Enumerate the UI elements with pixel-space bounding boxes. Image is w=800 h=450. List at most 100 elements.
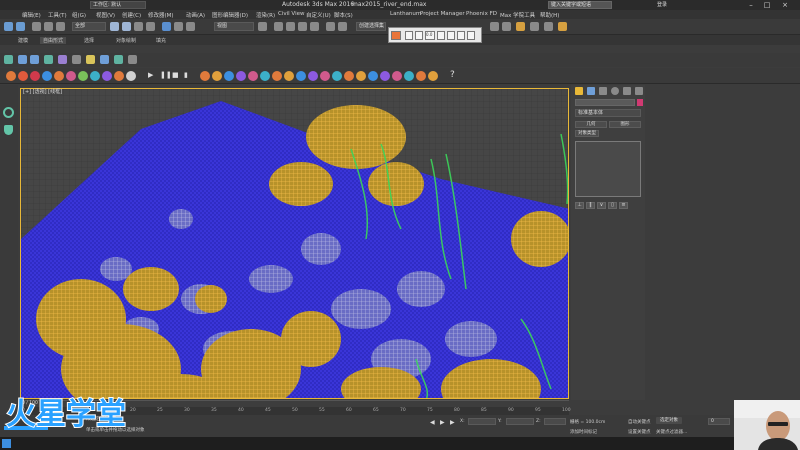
modify-tab-icon[interactable] [587, 87, 595, 95]
helper-icon[interactable] [114, 55, 123, 64]
menu-item-13[interactable]: Project Manager [420, 11, 465, 17]
phoenix-tool-icon[interactable] [380, 71, 390, 81]
pin-stack-icon[interactable]: ⊥ [575, 202, 584, 209]
phoenix-tool-icon[interactable] [320, 71, 330, 81]
paint-icon[interactable] [405, 31, 413, 40]
play-sim-icon[interactable]: ▶ [148, 71, 153, 79]
pivot-icon[interactable] [258, 22, 267, 31]
unlink-icon[interactable] [44, 22, 53, 31]
eraser-icon[interactable] [447, 31, 455, 40]
menu-item-8[interactable]: 渲染(R) [256, 11, 275, 19]
sphere-icon[interactable] [58, 55, 67, 64]
phoenix-tool-icon[interactable] [212, 71, 222, 81]
edit-icon[interactable] [18, 55, 27, 64]
phoenix-tool-icon[interactable] [284, 71, 294, 81]
selection-filter-select[interactable]: 全部 [72, 22, 106, 31]
mirror-icon[interactable] [326, 22, 335, 31]
show-end-result-icon[interactable]: ‖ [586, 202, 595, 209]
display-tab-icon[interactable] [623, 87, 631, 95]
rect-select-icon[interactable] [134, 22, 143, 31]
phoenix-tool-icon[interactable] [30, 71, 40, 81]
menu-item-5[interactable]: 修改器(M) [148, 11, 174, 19]
phoenix-tool-icon[interactable] [102, 71, 112, 81]
x-coordinate-field[interactable] [468, 418, 496, 425]
tab-freeform[interactable]: 自由形式 [40, 37, 67, 44]
maximize-button[interactable]: □ [760, 0, 774, 10]
phoenix-tool-icon[interactable] [66, 71, 76, 81]
viewport-label[interactable]: [+] [透视] [线框] [23, 88, 62, 95]
save-icon[interactable] [467, 31, 475, 40]
phoenix-tool-icon[interactable] [78, 71, 88, 81]
phoenix-tool-icon[interactable] [356, 71, 366, 81]
shape-button[interactable]: 图形 [609, 121, 641, 128]
percent-snap-icon[interactable] [298, 22, 307, 31]
phoenix-tool-icon[interactable] [308, 71, 318, 81]
menu-item-7[interactable]: 图形编辑器(D) [212, 11, 248, 19]
tab-populate[interactable]: 填充 [156, 37, 166, 44]
phoenix-tool-icon[interactable] [392, 71, 402, 81]
undo-icon[interactable] [4, 22, 13, 31]
rendered-frame-icon[interactable] [544, 22, 553, 31]
arrow-icon[interactable] [415, 31, 423, 40]
phoenix-tool-icon[interactable] [18, 71, 28, 81]
tab-selection[interactable]: 选择 [84, 37, 94, 44]
phoenix-tool-icon[interactable] [296, 71, 306, 81]
render-setup-icon[interactable] [530, 22, 539, 31]
phoenix-tool-icon[interactable] [90, 71, 100, 81]
pause-sim-icon[interactable]: ❚❚ [160, 71, 172, 79]
close-button[interactable]: × [778, 0, 792, 10]
curve-editor-icon[interactable] [490, 22, 499, 31]
align-icon[interactable] [338, 22, 347, 31]
pin-icon[interactable] [4, 55, 13, 64]
select-by-name-icon[interactable] [122, 22, 131, 31]
menu-item-12[interactable]: Lanthanum [390, 11, 421, 17]
camera-icon[interactable] [100, 55, 109, 64]
make-unique-icon[interactable]: ∨ [597, 202, 606, 209]
motion-tab-icon[interactable] [611, 87, 619, 95]
tab-modeling[interactable]: 建模 [18, 37, 28, 44]
named-selection-set[interactable]: 创建选择集 [356, 22, 386, 31]
menu-item-1[interactable]: 工具(T) [48, 11, 67, 19]
bind-space-warp-icon[interactable] [56, 22, 65, 31]
shield-icon[interactable] [4, 125, 13, 135]
menu-item-11[interactable]: 脚本(S) [334, 11, 353, 19]
key-filters-button[interactable]: 关键点过滤器... [656, 429, 687, 435]
phoenix-tool-icon[interactable] [224, 71, 234, 81]
phoenix-tool-icon[interactable] [200, 71, 210, 81]
menu-item-0[interactable]: 编辑(E) [22, 11, 41, 19]
link-icon[interactable] [32, 22, 41, 31]
angle-snap-icon[interactable] [286, 22, 295, 31]
perspective-viewport[interactable] [20, 88, 569, 399]
stop-sim-icon[interactable]: ■ [172, 71, 179, 79]
pen-tool-icon[interactable] [391, 31, 401, 40]
reference-coord-select[interactable]: 视图 [214, 22, 254, 31]
lock-icon[interactable] [72, 55, 81, 64]
phoenix-tool-icon[interactable] [114, 71, 124, 81]
value-field[interactable]: 0.0 [425, 31, 435, 40]
select-object-icon[interactable] [110, 22, 119, 31]
object-color-swatch[interactable] [637, 99, 643, 106]
phoenix-tool-icon[interactable] [236, 71, 246, 81]
help-icon[interactable]: ? [450, 70, 455, 80]
reset-sim-icon[interactable]: ▮ [184, 71, 188, 79]
phoenix-tool-icon[interactable] [272, 71, 282, 81]
light-icon[interactable] [86, 55, 95, 64]
rect-icon[interactable] [437, 31, 445, 40]
hierarchy-tab-icon[interactable] [599, 87, 607, 95]
material-editor-icon[interactable] [516, 22, 525, 31]
move-icon[interactable] [162, 22, 171, 31]
snap-icon[interactable] [274, 22, 283, 31]
configure-sets-icon[interactable]: ≡ [619, 202, 628, 209]
login-link[interactable]: 登录 [657, 1, 667, 8]
geometry-button[interactable]: 几何 [575, 121, 607, 128]
y-coordinate-field[interactable] [506, 418, 534, 425]
prev-frame-icon[interactable]: ◀ [430, 419, 435, 426]
menu-item-14[interactable]: Phoenix FD [466, 11, 497, 17]
add-time-tag[interactable]: 添加时间标记 [570, 429, 597, 435]
utilities-tab-icon[interactable] [635, 87, 643, 95]
system-icon[interactable] [128, 55, 137, 64]
brush-icon[interactable] [457, 31, 465, 40]
rotate-icon[interactable] [174, 22, 183, 31]
phoenix-tool-icon[interactable] [368, 71, 378, 81]
menu-item-4[interactable]: 创建(C) [122, 11, 141, 19]
